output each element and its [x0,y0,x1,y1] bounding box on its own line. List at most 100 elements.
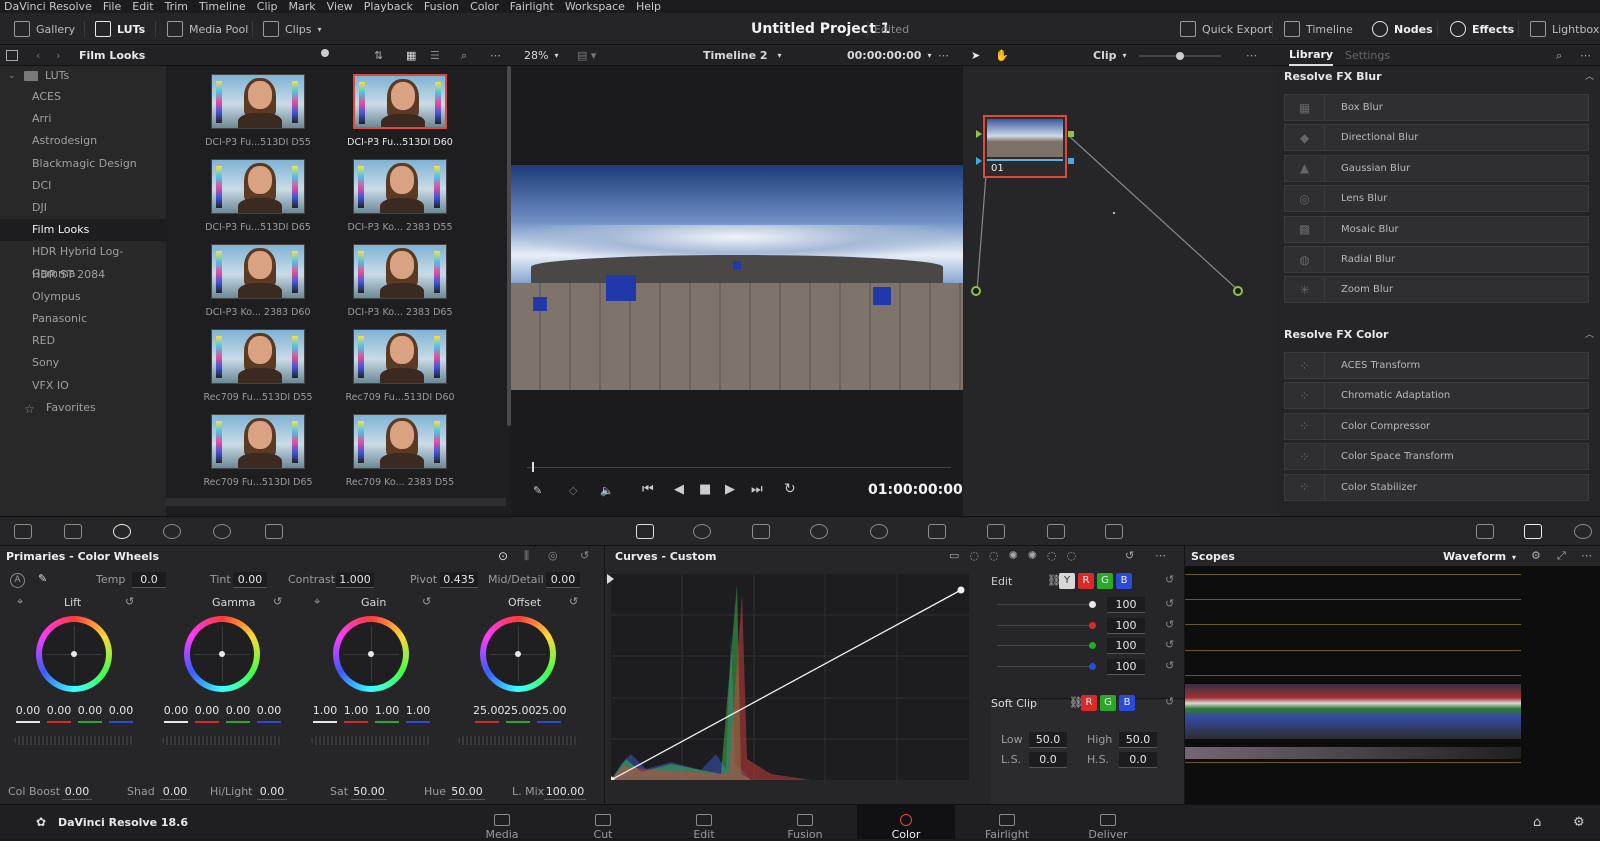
lut-thumbnail[interactable] [353,244,447,299]
curve-graph[interactable] [611,574,969,780]
luts-button[interactable]: LUTs [95,13,145,45]
shad-field[interactable]: 0.00 [160,784,190,800]
crosshair-icon[interactable]: ⌖ [17,595,23,609]
crosshair-icon[interactable]: ⌖ [314,595,320,609]
wheel-value-field[interactable]: 0.00 [162,704,190,717]
intensity-slider-handle[interactable] [1089,601,1096,608]
fx-item[interactable]: ◆ Directional Blur [1284,124,1589,152]
intensity-slider-track[interactable] [997,645,1093,646]
motion-effects-icon[interactable] [265,524,283,539]
nav-forward-icon[interactable]: › [56,45,60,66]
fx-item[interactable]: ⁘ Chromatic Adaptation [1284,382,1589,410]
channel-y[interactable]: Y [1059,573,1075,589]
rgb-mixer-icon[interactable] [213,524,231,539]
wheel-puck[interactable] [219,651,225,657]
scope-mode-dropdown[interactable]: Waveform ▾ [1443,550,1516,563]
nav-back-icon[interactable]: ‹ [36,45,40,66]
hilight-field[interactable]: 0.00 [257,784,287,800]
wheel-value-field[interactable]: 1.00 [342,704,370,717]
sat-field[interactable]: 50.00 [351,784,387,800]
fx-item[interactable]: ✳ Zoom Blur [1284,276,1589,304]
wheel-value-field[interactable]: 25.00 [473,704,505,717]
fx-item[interactable]: ◍ Radial Blur [1284,246,1589,273]
node-key-input-connector[interactable] [976,157,982,165]
hand-tool-icon[interactable]: ✋ [995,45,1009,66]
intensity-field[interactable]: 100 [1107,597,1145,613]
wheel-value-field[interactable]: 1.00 [311,704,339,717]
eyedropper-icon[interactable]: ✎ [533,484,542,497]
wheel-value-field[interactable]: 25.00 [504,704,536,717]
menu-color[interactable]: Color [470,0,499,13]
page-tab-fusion[interactable]: Fusion [756,805,854,841]
scrub-bar[interactable] [527,467,951,468]
intensity-slider-track[interactable] [997,665,1093,667]
lut-thumbnail[interactable] [211,74,305,129]
wheel-value-field[interactable]: 0.00 [107,704,135,717]
low-field[interactable]: 50.0 [1029,732,1067,748]
source-input-node[interactable] [971,286,981,296]
wheel-value-field[interactable]: 0.00 [45,704,73,717]
lut-thumbnail[interactable] [211,244,305,299]
lut-folder-item[interactable]: DJI [32,197,47,219]
wheel-reset-icon[interactable]: ↺ [125,595,134,608]
window-icon[interactable] [810,524,828,539]
page-tab-fairlight[interactable]: Fairlight [958,805,1056,841]
lut-favorites[interactable]: Favorites [46,397,96,419]
menu-timeline[interactable]: Timeline [199,0,246,13]
intensity-slider-track[interactable] [997,624,1093,626]
camera-raw-icon[interactable] [14,524,32,539]
menu-davinci[interactable]: DaVinci Resolve [4,0,92,13]
menu-view[interactable]: View [327,0,353,13]
contrast-field[interactable]: 1.000 [336,572,374,588]
search-icon[interactable]: ⌕ [1556,45,1562,66]
page-tab-deliver[interactable]: Deliver [1059,805,1157,841]
lut-folder-item[interactable]: VFX IO [32,375,69,397]
lut-folder-item[interactable]: Panasonic [32,308,87,330]
master-wheel[interactable] [14,736,134,745]
chevron-down-icon[interactable]: ⌄ [8,71,16,81]
fx-item[interactable]: ▩ Mosaic Blur [1284,215,1589,243]
loop-icon[interactable]: ↻ [784,481,796,497]
color-wheels-icon[interactable] [113,524,131,539]
sidebar-toggle-icon[interactable] [6,45,20,66]
collapse-icon[interactable]: ︿ [1585,327,1594,340]
nodes-button[interactable]: Nodes [1372,13,1433,45]
fx-item[interactable]: ◎ Lens Blur [1284,185,1589,213]
sort-icon[interactable]: ⇅ [374,45,383,66]
fx-item[interactable]: ⁘ Color Stabilizer [1284,473,1589,501]
pointer-tool-icon[interactable]: ➤ [971,45,980,66]
menu-file[interactable]: File [103,0,121,13]
intensity-slider-handle[interactable] [1089,642,1096,649]
color-warper-icon[interactable] [693,524,711,539]
more-options-icon[interactable]: ⋯ [1580,45,1591,66]
lut-folder-item[interactable]: ACES [32,86,61,108]
go-to-end-icon[interactable]: ⏭ [751,482,763,497]
clips-button[interactable]: Clips ▾ [263,13,322,45]
sizing-icon[interactable] [1105,524,1123,539]
lut-thumbnail[interactable] [211,159,305,214]
temp-field[interactable]: 0.0 [132,572,166,588]
intensity-field[interactable]: 100 [1107,638,1145,654]
tab-settings[interactable]: Settings [1345,45,1390,66]
pivot-field[interactable]: 0.435 [440,572,478,588]
wheel-value-field[interactable]: 1.00 [373,704,401,717]
quick-export-button[interactable]: Quick Export [1180,13,1273,45]
media-pool-button[interactable]: Media Pool [167,13,248,45]
info-icon[interactable] [1574,524,1592,539]
blur-icon[interactable] [987,524,1005,539]
lightbox-button[interactable]: Lightbox [1530,13,1599,45]
viewer-frame[interactable] [511,165,963,390]
list-view-icon[interactable]: ☰ [430,45,440,66]
volume-icon[interactable]: 🔈 [600,484,614,497]
zoom-dropdown[interactable]: 28% ▾ [524,45,558,66]
hs-field[interactable]: 0.0 [1119,752,1157,768]
curve-mode-icons[interactable]: ▭◌◌✺✺◌◌ [949,549,1086,562]
lut-folder-item[interactable]: Film Looks [0,219,166,242]
middetail-field[interactable]: 0.00 [546,572,580,588]
lut-root[interactable]: LUTs [45,65,69,87]
search-icon[interactable]: ⌕ [461,45,467,66]
wheel-value-field[interactable]: 1.00 [404,704,432,717]
intensity-slider-handle[interactable] [1089,621,1096,629]
tracker-icon[interactable] [870,524,888,539]
master-wheel[interactable] [458,736,578,745]
